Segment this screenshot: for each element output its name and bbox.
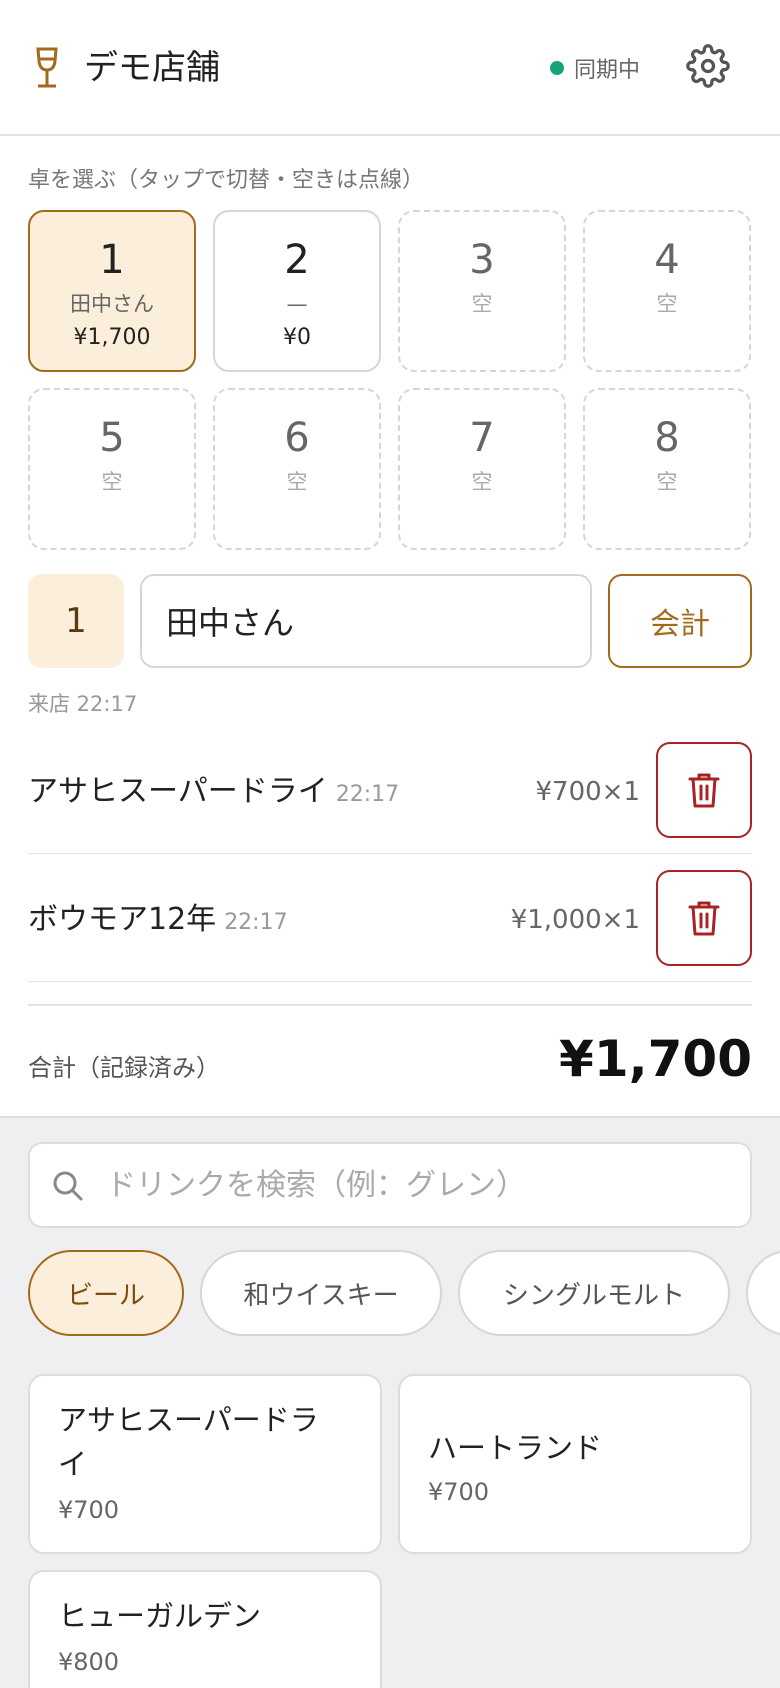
category-chip-japanese-whisky[interactable]: 和ウイスキー [200, 1250, 442, 1336]
drink-card[interactable]: ヒューガルデン ¥800 [28, 1570, 382, 1688]
order-item-price: ¥1,000×1 [510, 905, 640, 935]
table-status: 空 [471, 470, 493, 494]
table-number: 5 [99, 415, 125, 461]
selected-table-number: 1 [28, 574, 124, 668]
table-status: 空 [656, 470, 678, 494]
search-input[interactable] [106, 1144, 736, 1226]
table-number: 3 [469, 237, 495, 283]
table-status: 空 [101, 470, 123, 494]
drink-name: ハートランド [428, 1431, 603, 1465]
gear-icon[interactable] [686, 44, 730, 88]
table-card-5[interactable]: 5 空 [28, 388, 196, 550]
category-chip-more[interactable] [746, 1250, 780, 1336]
total-label: 合計（記録済み） [28, 1054, 220, 1082]
table-select-label: 卓を選ぶ（タップで切替・空きは点線） [28, 168, 425, 193]
visit-time: 来店 22:17 [28, 692, 138, 716]
table-total: ¥1,700 [73, 325, 151, 350]
drink-price: ¥700 [428, 1478, 490, 1506]
drink-price: ¥700 [58, 1496, 120, 1524]
drink-card[interactable]: ハートランド ¥700 [398, 1374, 752, 1554]
trash-icon [688, 901, 720, 936]
search-icon [53, 1171, 83, 1201]
order-row: ボウモア12年 22:17 ¥1,000×1 [28, 854, 752, 982]
table-card-2[interactable]: 2 — ¥0 [213, 210, 381, 372]
table-number: 4 [654, 237, 680, 283]
table-number: 8 [654, 415, 680, 461]
drink-search [28, 1142, 752, 1228]
drink-name: アサヒスーパードラ [58, 1403, 319, 1437]
table-card-1[interactable]: 1 田中さん ¥1,700 [28, 210, 196, 372]
table-number: 1 [99, 237, 125, 283]
drink-name-line2: イ [58, 1447, 88, 1481]
table-status: 空 [656, 292, 678, 316]
sync-dot-icon [550, 61, 564, 75]
order-item-name: アサヒスーパードライ [28, 774, 328, 809]
table-status: 空 [471, 292, 493, 316]
guest-name-input[interactable] [140, 574, 592, 668]
category-chips: ビール 和ウイスキー シングルモルト [0, 1250, 780, 1338]
table-status: 空 [286, 470, 308, 494]
store-name: デモ店舗 [84, 48, 220, 88]
total-amount: ¥1,700 [559, 1030, 752, 1088]
table-card-8[interactable]: 8 空 [583, 388, 751, 550]
drink-price: ¥800 [58, 1648, 120, 1676]
delete-order-button[interactable] [656, 870, 752, 966]
checkout-button[interactable]: 会計 [608, 574, 752, 668]
order-row: アサヒスーパードライ 22:17 ¥700×1 [28, 726, 752, 854]
table-number: 2 [284, 237, 310, 283]
table-number: 6 [284, 415, 310, 461]
delete-order-button[interactable] [656, 742, 752, 838]
order-item-time: 22:17 [224, 910, 288, 935]
table-card-4[interactable]: 4 空 [583, 210, 751, 372]
drink-name: ヒューガルデン [58, 1599, 262, 1633]
sync-status: 同期中 [550, 52, 640, 84]
drink-card[interactable]: アサヒスーパードラ イ ¥700 [28, 1374, 382, 1554]
table-guest-name: — [286, 292, 308, 316]
table-number: 7 [469, 415, 495, 461]
table-guest-name: 田中さん [70, 292, 154, 316]
trash-icon [688, 773, 720, 808]
category-chip-beer[interactable]: ビール [28, 1250, 184, 1336]
order-item-name: ボウモア12年 [28, 902, 217, 937]
table-total: ¥0 [283, 325, 311, 350]
sync-status-text: 同期中 [574, 58, 641, 83]
table-card-3[interactable]: 3 空 [398, 210, 566, 372]
divider [28, 1004, 752, 1006]
order-item-price: ¥700×1 [535, 777, 641, 807]
app-header: デモ店舗 同期中 [0, 0, 780, 136]
order-item-time: 22:17 [335, 782, 400, 807]
category-chip-single-malt[interactable]: シングルモルト [458, 1250, 730, 1336]
table-card-6[interactable]: 6 空 [213, 388, 381, 550]
table-card-7[interactable]: 7 空 [398, 388, 566, 550]
wine-glass-icon [36, 47, 58, 88]
